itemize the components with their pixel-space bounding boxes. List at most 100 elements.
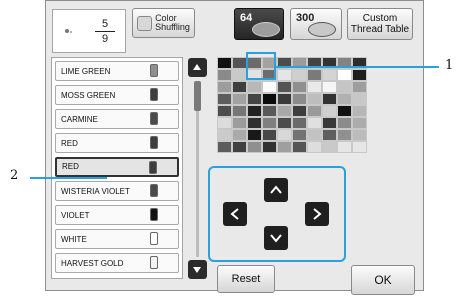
thread-list-item[interactable]: WISTERIA VIOLET xyxy=(55,181,179,201)
palette-swatch[interactable] xyxy=(292,129,307,141)
palette-swatch[interactable] xyxy=(307,81,322,93)
palette-swatch[interactable] xyxy=(277,141,292,153)
palette-swatch[interactable] xyxy=(232,105,247,117)
palette-swatch[interactable] xyxy=(292,105,307,117)
ok-button[interactable]: OK xyxy=(351,265,415,295)
scrollbar-thumb[interactable] xyxy=(194,81,201,111)
palette-swatch[interactable] xyxy=(217,93,232,105)
preview-stitch xyxy=(65,29,69,33)
palette-swatch[interactable] xyxy=(217,117,232,129)
palette-swatch[interactable] xyxy=(232,93,247,105)
thread-list-item[interactable]: RED xyxy=(55,157,179,177)
callout-1-leader xyxy=(276,66,439,68)
palette-icon xyxy=(308,22,336,37)
palette-swatch[interactable] xyxy=(292,141,307,153)
custom-thread-table-button[interactable]: Custom Thread Table xyxy=(347,8,413,40)
palette-swatch[interactable] xyxy=(322,105,337,117)
palette-swatch[interactable] xyxy=(352,141,367,153)
palette-swatch[interactable] xyxy=(277,105,292,117)
palette-swatch[interactable] xyxy=(247,129,262,141)
reset-button[interactable]: Reset xyxy=(217,265,275,293)
palette-swatch[interactable] xyxy=(247,141,262,153)
palette-swatch[interactable] xyxy=(217,57,232,69)
palette-swatch[interactable] xyxy=(292,117,307,129)
palette-swatch[interactable] xyxy=(217,81,232,93)
palette-swatch[interactable] xyxy=(307,93,322,105)
palette-swatch[interactable] xyxy=(277,117,292,129)
thread-list-item[interactable]: RED xyxy=(55,133,179,153)
cursor-left-button[interactable] xyxy=(223,202,247,226)
palette-swatch[interactable] xyxy=(262,93,277,105)
palette-swatch[interactable] xyxy=(232,69,247,81)
palette-swatch[interactable] xyxy=(232,57,247,69)
palette-swatch[interactable] xyxy=(262,105,277,117)
cursor-right-button[interactable] xyxy=(305,202,329,226)
cursor-up-button[interactable] xyxy=(264,178,288,202)
palette-swatch[interactable] xyxy=(307,129,322,141)
palette-swatch[interactable] xyxy=(217,105,232,117)
palette-swatch[interactable] xyxy=(307,69,322,81)
palette-swatch[interactable] xyxy=(352,69,367,81)
palette-swatch[interactable] xyxy=(352,93,367,105)
palette-swatch[interactable] xyxy=(352,129,367,141)
palette-swatch[interactable] xyxy=(232,117,247,129)
palette-swatch[interactable] xyxy=(277,129,292,141)
palette-swatch[interactable] xyxy=(277,81,292,93)
palette-swatch[interactable] xyxy=(217,141,232,153)
cursor-down-button[interactable] xyxy=(264,226,288,250)
palette-swatch[interactable] xyxy=(352,117,367,129)
palette-swatch[interactable] xyxy=(262,129,277,141)
thread-list-item[interactable]: VIOLET xyxy=(55,205,179,225)
palette-swatch[interactable] xyxy=(322,141,337,153)
palette-swatch[interactable] xyxy=(262,141,277,153)
palette-swatch[interactable] xyxy=(247,105,262,117)
palette-swatch[interactable] xyxy=(262,81,277,93)
palette-swatch[interactable] xyxy=(292,93,307,105)
palette-swatch[interactable] xyxy=(337,141,352,153)
palette-swatch[interactable] xyxy=(322,81,337,93)
palette-swatch[interactable] xyxy=(307,117,322,129)
palette-swatch[interactable] xyxy=(337,117,352,129)
palette-swatch[interactable] xyxy=(277,93,292,105)
palette-icon xyxy=(252,22,280,37)
palette-swatch[interactable] xyxy=(292,69,307,81)
color-shuffling-button[interactable]: Color Shuffling xyxy=(132,8,195,38)
palette-64-button[interactable]: 64 xyxy=(234,8,284,40)
callout-2-label: 2 xyxy=(10,168,19,183)
palette-swatch[interactable] xyxy=(247,117,262,129)
thread-list-item[interactable]: HARVEST GOLD xyxy=(55,253,179,273)
thread-list-item[interactable]: MOSS GREEN xyxy=(55,85,179,105)
palette-swatch[interactable] xyxy=(247,81,262,93)
palette-swatch[interactable] xyxy=(337,105,352,117)
palette-swatch[interactable] xyxy=(217,69,232,81)
palette-swatch[interactable] xyxy=(262,117,277,129)
palette-swatch[interactable] xyxy=(232,141,247,153)
palette-swatch[interactable] xyxy=(322,93,337,105)
palette-swatch[interactable] xyxy=(322,117,337,129)
palette-swatch[interactable] xyxy=(232,129,247,141)
palette-swatch[interactable] xyxy=(217,129,232,141)
thread-list-item[interactable]: CARMINE xyxy=(55,109,179,129)
palette-300-button[interactable]: 300 xyxy=(290,8,342,40)
palette-swatch[interactable] xyxy=(277,69,292,81)
palette-swatch[interactable] xyxy=(322,69,337,81)
palette-swatch[interactable] xyxy=(352,81,367,93)
chevron-right-icon xyxy=(313,208,322,220)
scroll-down-button[interactable] xyxy=(188,260,207,279)
thread-list-item[interactable]: LIME GREEN xyxy=(55,61,179,81)
palette-swatch[interactable] xyxy=(337,81,352,93)
palette-swatch[interactable] xyxy=(232,81,247,93)
palette-swatch[interactable] xyxy=(307,141,322,153)
palette-swatch[interactable] xyxy=(337,69,352,81)
palette-swatch[interactable] xyxy=(247,93,262,105)
scroll-up-button[interactable] xyxy=(188,58,207,77)
palette-swatch[interactable] xyxy=(337,129,352,141)
thread-spool-icon xyxy=(150,232,158,245)
thread-list-item[interactable]: WHITE xyxy=(55,229,179,249)
palette-swatch[interactable] xyxy=(307,105,322,117)
palette-swatch[interactable] xyxy=(352,105,367,117)
palette-swatch[interactable] xyxy=(337,93,352,105)
palette-swatch[interactable] xyxy=(322,129,337,141)
fraction-bar xyxy=(95,31,115,32)
palette-swatch[interactable] xyxy=(292,81,307,93)
